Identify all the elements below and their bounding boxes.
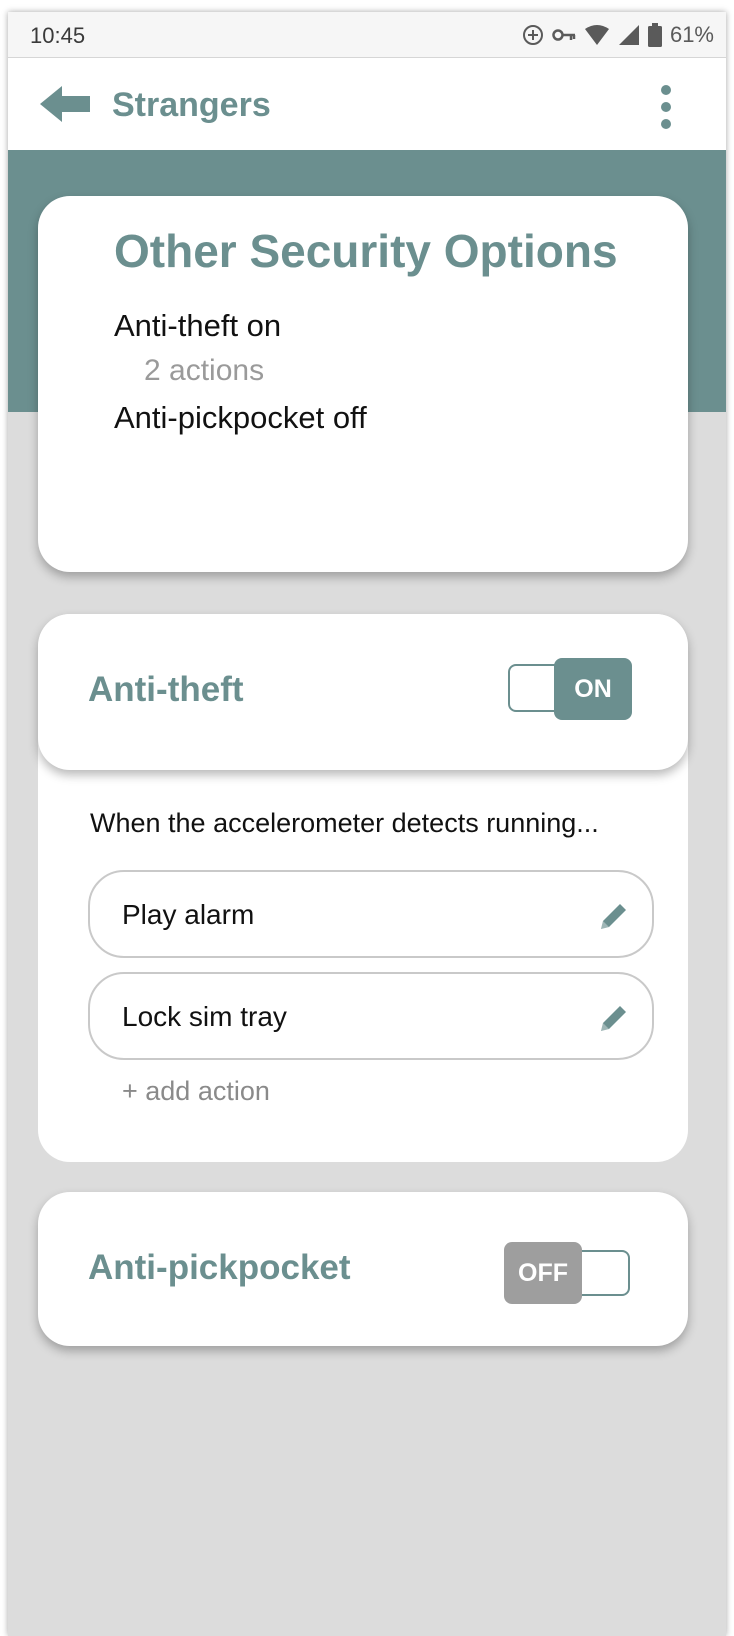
app-bar: Strangers <box>8 58 726 150</box>
sync-icon <box>522 25 543 45</box>
anti-pickpocket-status: Anti-pickpocket off <box>114 400 367 435</box>
anti-pickpocket-title: Anti-pickpocket <box>88 1248 351 1287</box>
battery-icon <box>647 23 662 47</box>
battery-percent: 61% <box>669 22 714 47</box>
status-bar: 10:45 61% <box>8 12 726 58</box>
anti-theft-toggle[interactable]: ON <box>508 658 632 720</box>
summary-card: Other Security Options Anti-theft on 2 a… <box>38 196 688 572</box>
trigger-description: When the accelerometer detects running..… <box>90 808 599 838</box>
toggle-knob-on: ON <box>554 658 632 720</box>
anti-theft-status: Anti-theft on <box>114 308 282 343</box>
back-button[interactable] <box>38 84 92 124</box>
phone-screen: 10:45 61% Strangers Other Security Optio… <box>8 12 726 1636</box>
pencil-icon[interactable] <box>598 1002 630 1034</box>
add-action-button[interactable]: + add action <box>122 1076 270 1107</box>
vpn-key-icon <box>552 29 576 41</box>
pencil-icon[interactable] <box>598 900 630 932</box>
summary-title: Other Security Options <box>114 225 618 277</box>
status-icons: 61% <box>522 22 714 48</box>
action-label: Play alarm <box>122 899 255 930</box>
app-title: Strangers <box>112 86 271 124</box>
action-item-play-alarm[interactable]: Play alarm <box>88 870 654 958</box>
arrow-left-icon <box>40 86 90 122</box>
cell-signal-icon <box>618 25 639 45</box>
status-time: 10:45 <box>30 23 86 48</box>
action-item-lock-sim-tray[interactable]: Lock sim tray <box>88 972 654 1060</box>
more-vert-icon <box>661 85 671 129</box>
overflow-menu-button[interactable] <box>654 84 678 130</box>
anti-theft-title: Anti-theft <box>88 670 244 709</box>
toggle-knob-off: OFF <box>504 1242 582 1304</box>
anti-theft-action-count: 2 actions <box>144 354 265 387</box>
anti-theft-header: Anti-theft ON <box>38 614 688 770</box>
anti-pickpocket-card: Anti-pickpocket OFF <box>38 1192 688 1346</box>
action-label: Lock sim tray <box>122 1001 287 1032</box>
wifi-icon <box>584 25 609 45</box>
anti-pickpocket-toggle[interactable]: OFF <box>504 1242 630 1304</box>
